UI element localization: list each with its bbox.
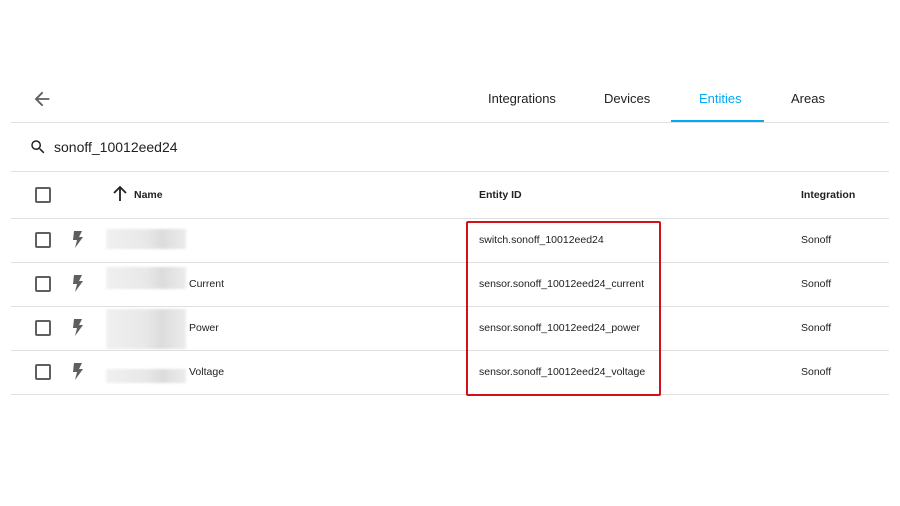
entity-integration: Sonoff bbox=[801, 278, 832, 290]
row-checkbox[interactable] bbox=[35, 232, 51, 248]
redacted-name bbox=[106, 309, 186, 349]
flash-icon bbox=[73, 363, 83, 380]
entity-id: sensor.sonoff_10012eed24_voltage bbox=[479, 366, 646, 378]
entity-name-suffix: Current bbox=[189, 278, 225, 290]
search-bar bbox=[11, 123, 889, 172]
back-arrow-icon[interactable] bbox=[31, 88, 53, 110]
tab-areas[interactable]: Areas bbox=[791, 91, 825, 106]
table-header-row: Name Entity ID Integration bbox=[11, 172, 889, 219]
entity-integration: Sonoff bbox=[801, 366, 832, 378]
column-header-entity-id[interactable]: Entity ID bbox=[479, 189, 522, 201]
table-row[interactable]: Voltage sensor.sonoff_10012eed24_voltage… bbox=[11, 351, 889, 395]
tab-entities[interactable]: Entities bbox=[699, 91, 742, 106]
entities-page: Integrations Devices Entities Areas Name… bbox=[0, 0, 900, 506]
search-input[interactable] bbox=[54, 135, 454, 159]
row-checkbox[interactable] bbox=[35, 364, 51, 380]
table-row[interactable]: Current sensor.sonoff_10012eed24_current… bbox=[11, 263, 889, 307]
tab-devices[interactable]: Devices bbox=[604, 91, 650, 106]
flash-icon bbox=[73, 231, 83, 248]
row-checkbox[interactable] bbox=[35, 276, 51, 292]
entities-table: Name Entity ID Integration switch.sonoff… bbox=[11, 172, 889, 395]
entity-name-suffix: Voltage bbox=[189, 366, 225, 378]
entity-integration: Sonoff bbox=[801, 322, 832, 334]
select-all-checkbox[interactable] bbox=[35, 187, 51, 203]
sort-ascending-icon[interactable] bbox=[113, 186, 127, 202]
redacted-name bbox=[106, 229, 186, 249]
search-icon bbox=[31, 140, 45, 154]
table-row[interactable]: Power sensor.sonoff_10012eed24_power Son… bbox=[11, 307, 889, 351]
entity-id: sensor.sonoff_10012eed24_current bbox=[479, 278, 645, 290]
entity-name-suffix: Power bbox=[189, 322, 219, 334]
table-row[interactable]: switch.sonoff_10012eed24 Sonoff bbox=[11, 219, 889, 263]
redacted-name bbox=[106, 369, 186, 383]
active-tab-indicator bbox=[671, 120, 764, 122]
row-checkbox[interactable] bbox=[35, 320, 51, 336]
toolbar: Integrations Devices Entities Areas bbox=[11, 76, 889, 123]
entity-id: switch.sonoff_10012eed24 bbox=[479, 234, 604, 246]
column-header-integration[interactable]: Integration bbox=[801, 189, 855, 201]
redacted-name bbox=[106, 267, 186, 289]
flash-icon bbox=[73, 275, 83, 292]
flash-icon bbox=[73, 319, 83, 336]
entity-id: sensor.sonoff_10012eed24_power bbox=[479, 322, 640, 334]
column-header-name[interactable]: Name bbox=[134, 189, 163, 201]
tab-integrations[interactable]: Integrations bbox=[488, 91, 556, 106]
entity-integration: Sonoff bbox=[801, 234, 832, 246]
